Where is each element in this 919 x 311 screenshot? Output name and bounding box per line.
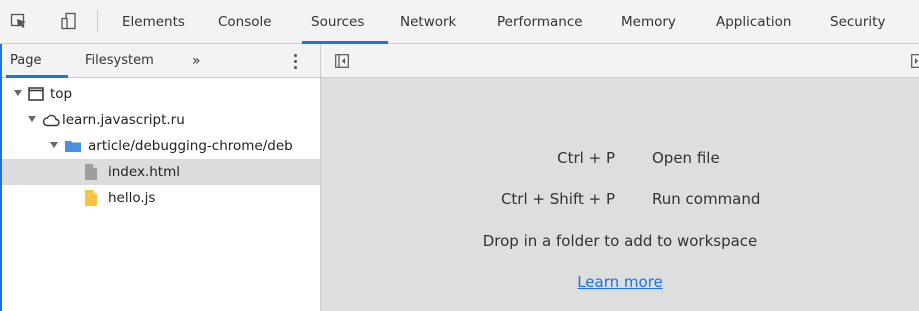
frame-icon bbox=[28, 87, 44, 104]
main-toolbar: Elements Console Sources Network Perform… bbox=[0, 0, 919, 44]
active-navigator-tab-indicator bbox=[6, 75, 68, 78]
tree-item-domain[interactable]: learn.javascript.ru bbox=[0, 107, 320, 133]
drop-folder-hint: Drop in a folder to add to workspace bbox=[482, 232, 758, 250]
devtools-window: Elements Console Sources Network Perform… bbox=[0, 0, 919, 311]
toggle-navigator-icon[interactable] bbox=[335, 54, 349, 68]
more-tabs-button[interactable]: » bbox=[192, 44, 201, 78]
tab-console[interactable]: Console bbox=[218, 0, 272, 44]
navigator-tabs: Page Filesystem » bbox=[0, 44, 320, 78]
tree-item-label: article/debugging-chrome/deb bbox=[88, 138, 293, 154]
shortcut-keys: Ctrl + P bbox=[557, 149, 615, 167]
tree-item-label: top bbox=[50, 86, 73, 102]
navigator-panel: Page Filesystem » top learn.javascript.r… bbox=[0, 44, 320, 311]
tab-memory[interactable]: Memory bbox=[621, 0, 676, 44]
editor-panel: Ctrl + P Open file Ctrl + Shift + P Run … bbox=[321, 44, 919, 311]
toolbar-separator bbox=[97, 10, 98, 32]
file-icon bbox=[84, 164, 98, 183]
inspect-element-icon[interactable] bbox=[10, 12, 28, 30]
tab-security[interactable]: Security bbox=[830, 0, 885, 44]
toggle-debugger-icon[interactable] bbox=[911, 54, 919, 68]
panel-focus-edge bbox=[0, 44, 2, 311]
tree-item-label: index.html bbox=[108, 164, 180, 180]
folder-icon bbox=[64, 139, 82, 156]
shortcut-keys: Ctrl + Shift + P bbox=[500, 190, 615, 208]
expand-arrow-icon[interactable] bbox=[14, 90, 22, 96]
learn-more-link[interactable]: Learn more bbox=[577, 273, 663, 291]
tree-item-hello-js[interactable]: hello.js bbox=[0, 185, 320, 211]
kebab-menu-icon[interactable] bbox=[292, 53, 300, 71]
shortcut-action: Run command bbox=[652, 190, 761, 208]
tab-elements[interactable]: Elements bbox=[122, 0, 185, 44]
tree-item-index-html[interactable]: index.html bbox=[0, 159, 320, 185]
editor-toolbar bbox=[321, 44, 919, 78]
tree-item-label: learn.javascript.ru bbox=[62, 112, 185, 128]
tab-application[interactable]: Application bbox=[716, 0, 791, 44]
navigator-tab-filesystem[interactable]: Filesystem bbox=[85, 44, 154, 78]
tab-network[interactable]: Network bbox=[400, 0, 456, 44]
tab-sources[interactable]: Sources bbox=[311, 0, 364, 44]
tab-performance[interactable]: Performance bbox=[497, 0, 583, 44]
expand-arrow-icon[interactable] bbox=[28, 116, 36, 122]
shortcut-action: Open file bbox=[652, 149, 720, 167]
cloud-icon bbox=[42, 113, 60, 130]
tree-item-folder[interactable]: article/debugging-chrome/deb bbox=[0, 133, 320, 159]
js-file-icon bbox=[84, 190, 98, 209]
device-toolbar-icon[interactable] bbox=[60, 12, 78, 30]
expand-arrow-icon[interactable] bbox=[50, 142, 58, 148]
navigator-tab-page[interactable]: Page bbox=[10, 44, 41, 78]
tree-item-top[interactable]: top bbox=[0, 81, 320, 107]
learn-more-link-wrap: Learn more bbox=[321, 273, 919, 291]
tree-item-label: hello.js bbox=[108, 190, 156, 206]
